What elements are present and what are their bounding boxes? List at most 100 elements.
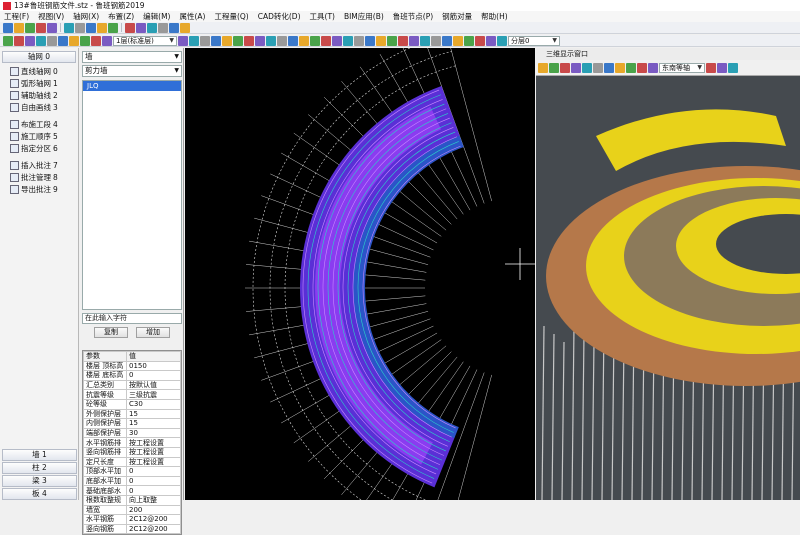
iso-view-icon[interactable]: [648, 62, 658, 73]
nav-item[interactable]: 布施工段 4: [0, 118, 78, 130]
view-direction-select[interactable]: 东南等轴 ▼: [659, 62, 705, 73]
new-file-icon[interactable]: [3, 22, 13, 33]
edit-icon[interactable]: [189, 35, 199, 46]
layer-select[interactable]: 分层0 ▼: [508, 35, 560, 46]
property-row[interactable]: 竖向钢筋排 按工程设置: [83, 446, 181, 458]
property-value[interactable]: 三级抗震: [126, 389, 181, 400]
menu-item[interactable]: 编辑(M): [143, 11, 170, 22]
property-row[interactable]: 定尺长度 按工程设置: [83, 456, 181, 468]
grid-icon[interactable]: [233, 35, 243, 46]
menu-item[interactable]: 鲁班节点(P): [393, 11, 433, 22]
property-value[interactable]: 2C12@200: [126, 514, 181, 525]
join-icon[interactable]: [442, 35, 452, 46]
lock-icon[interactable]: [200, 35, 210, 46]
property-row[interactable]: 汇总类别 按默认值: [83, 379, 181, 391]
property-value[interactable]: 2C12@200: [126, 523, 181, 535]
nav-item[interactable]: 弧形轴网 1: [0, 77, 78, 89]
property-row[interactable]: 砼等级 C30: [83, 398, 181, 410]
property-value[interactable]: 按工程设置: [126, 446, 181, 458]
property-value[interactable]: 15: [126, 418, 181, 429]
3d-view-panel[interactable]: 三维显示窗口 东南等轴 ▼: [536, 48, 800, 500]
property-value[interactable]: 按默认值: [126, 379, 181, 391]
list-item[interactable]: JLQ: [83, 81, 181, 91]
calc-icon[interactable]: [125, 22, 135, 33]
pan-icon[interactable]: [36, 35, 46, 46]
axis-icon[interactable]: [102, 35, 112, 46]
menu-item[interactable]: 属性(A): [179, 11, 205, 22]
floor-copy-icon[interactable]: [178, 35, 188, 46]
nav-item[interactable]: 辅助轴线 2: [0, 89, 78, 101]
top-view-icon[interactable]: [626, 62, 636, 73]
undo-icon[interactable]: [36, 22, 46, 33]
node-icon[interactable]: [158, 22, 168, 33]
break-icon[interactable]: [431, 35, 441, 46]
open-file-icon[interactable]: [14, 22, 24, 33]
property-row[interactable]: 水平钢筋排 按工程设置: [83, 437, 181, 448]
paste-icon[interactable]: [86, 22, 96, 33]
property-row[interactable]: 外侧保护层 15: [83, 408, 181, 420]
redo-icon[interactable]: [47, 22, 57, 33]
property-value[interactable]: 0: [126, 485, 181, 496]
cut-icon[interactable]: [64, 22, 74, 33]
align-icon[interactable]: [343, 35, 353, 46]
save-icon[interactable]: [25, 22, 35, 33]
nav-item[interactable]: 批注管理 8: [0, 171, 78, 183]
zoom-window-icon[interactable]: [582, 62, 592, 73]
light-icon[interactable]: [706, 62, 716, 73]
zoom-out-icon[interactable]: [25, 35, 35, 46]
zoom-window-icon[interactable]: [47, 35, 57, 46]
cad-drawing-canvas[interactable]: [185, 48, 535, 500]
pan-icon[interactable]: [571, 62, 581, 73]
mirror-icon[interactable]: [354, 35, 364, 46]
property-row[interactable]: 楼层 底标高 0: [83, 370, 181, 381]
move-icon[interactable]: [376, 35, 386, 46]
menu-item[interactable]: 工具(T): [310, 11, 335, 22]
trim-icon[interactable]: [409, 35, 419, 46]
property-value[interactable]: 按工程设置: [126, 456, 181, 468]
nav-item[interactable]: 自由画线 3: [0, 101, 78, 113]
select-icon[interactable]: [3, 35, 13, 46]
nav-item[interactable]: 指定分区 6: [0, 142, 78, 154]
camera-icon[interactable]: [637, 62, 647, 73]
component-type-tab[interactable]: 柱 2: [2, 462, 77, 474]
add-button[interactable]: 增加: [136, 327, 170, 338]
nav-item[interactable]: 导出批注 9: [0, 183, 78, 195]
render-icon[interactable]: [717, 62, 727, 73]
menu-item[interactable]: CAD转化(D): [258, 11, 301, 22]
dim-icon[interactable]: [475, 35, 485, 46]
component-type-tab[interactable]: 梁 3: [2, 475, 77, 487]
property-row[interactable]: 端部保护层 30: [83, 427, 181, 439]
offset-icon[interactable]: [398, 35, 408, 46]
check-icon[interactable]: [332, 35, 342, 46]
note-icon[interactable]: [486, 35, 496, 46]
property-value[interactable]: 向上取整: [126, 494, 181, 506]
properties-icon[interactable]: [108, 22, 118, 33]
property-row[interactable]: 底部水平加 0: [83, 475, 181, 487]
table-icon[interactable]: [497, 35, 507, 46]
refresh-icon[interactable]: [58, 35, 68, 46]
ortho-icon[interactable]: [255, 35, 265, 46]
menu-item[interactable]: 轴网(X): [73, 11, 99, 22]
view-top-icon[interactable]: [211, 35, 221, 46]
property-row[interactable]: 楼层 顶标高 0150: [83, 360, 181, 372]
nav-item[interactable]: 插入批注 7: [0, 159, 78, 171]
property-value[interactable]: 0: [126, 466, 181, 477]
menu-item[interactable]: 工程(F): [4, 11, 29, 22]
measure-icon[interactable]: [91, 35, 101, 46]
section-icon[interactable]: [288, 35, 298, 46]
property-value[interactable]: 30: [126, 427, 181, 439]
property-value[interactable]: 0: [126, 370, 181, 381]
property-value[interactable]: 按工程设置: [126, 437, 181, 448]
settings-icon[interactable]: [728, 62, 738, 73]
text-icon[interactable]: [464, 35, 474, 46]
property-row[interactable]: 抗震等级 三级抗震: [83, 389, 181, 400]
compare-icon[interactable]: [169, 22, 179, 33]
nav-item[interactable]: 直线轴网 0: [0, 65, 78, 77]
layer-icon[interactable]: [69, 35, 79, 46]
snap-icon[interactable]: [244, 35, 254, 46]
component-search-input[interactable]: 在此输入字符: [82, 313, 182, 324]
property-row[interactable]: 顶部水平加 0: [83, 466, 181, 477]
nav-header-axis[interactable]: 轴网 0: [2, 51, 76, 63]
rebar-icon[interactable]: [277, 35, 287, 46]
light-icon[interactable]: [310, 35, 320, 46]
